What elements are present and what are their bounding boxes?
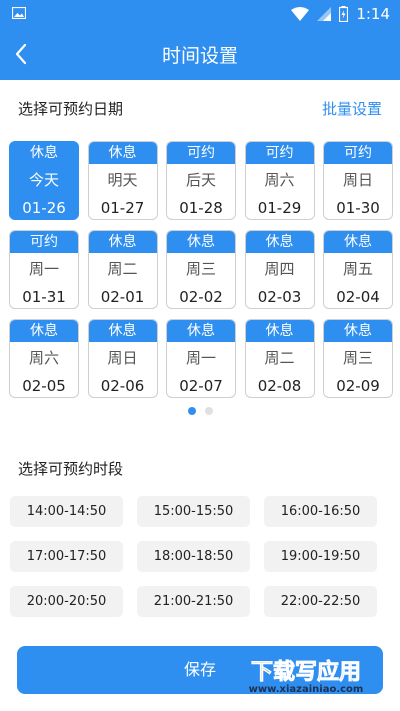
date-day: 01-28 bbox=[179, 199, 223, 217]
date-weekday: 周四 bbox=[264, 260, 295, 278]
date-card[interactable]: 可约后天 01-28 bbox=[166, 141, 236, 220]
time-slot[interactable]: 22:00-22:50 bbox=[264, 586, 377, 617]
date-card[interactable]: 休息今天 01-26 bbox=[9, 141, 79, 220]
date-day: 02-07 bbox=[179, 377, 223, 395]
date-status-badge: 休息 bbox=[167, 231, 235, 253]
date-status-badge: 休息 bbox=[324, 320, 392, 342]
date-weekday: 周三 bbox=[342, 349, 373, 367]
pager-dots bbox=[0, 407, 400, 415]
date-card[interactable]: 可约周一 01-31 bbox=[9, 230, 79, 309]
date-card[interactable]: 可约周日 01-30 bbox=[323, 141, 393, 220]
date-day: 01-31 bbox=[22, 288, 66, 306]
date-status-badge: 可约 bbox=[167, 142, 235, 164]
time-slot[interactable]: 20:00-20:50 bbox=[10, 586, 123, 617]
date-weekday: 明天 bbox=[107, 171, 138, 189]
date-status-badge: 休息 bbox=[88, 231, 157, 253]
date-weekday: 后天 bbox=[185, 171, 216, 189]
date-card[interactable]: 休息周四 02-03 bbox=[244, 230, 315, 309]
date-section-title: 选择可预约日期 bbox=[18, 100, 124, 118]
date-weekday: 周二 bbox=[264, 349, 295, 367]
date-card[interactable]: 休息明天 01-27 bbox=[87, 141, 158, 220]
time-section-header: 选择可预约时段 bbox=[18, 458, 382, 482]
date-status-badge: 休息 bbox=[88, 142, 157, 164]
date-card[interactable]: 休息周三 02-09 bbox=[323, 319, 393, 398]
time-slot[interactable]: 21:00-21:50 bbox=[137, 586, 250, 617]
page-title: 时间设置 bbox=[161, 45, 238, 67]
date-status-badge: 休息 bbox=[324, 231, 392, 253]
time-slot[interactable]: 17:00-17:50 bbox=[10, 541, 123, 572]
date-day: 02-02 bbox=[179, 288, 223, 306]
status-time: 1:14 bbox=[356, 5, 390, 23]
pager-dot[interactable] bbox=[187, 407, 196, 415]
date-card[interactable]: 休息周三 02-02 bbox=[166, 230, 236, 309]
date-weekday: 周一 bbox=[28, 260, 59, 278]
signal-icon bbox=[317, 7, 332, 21]
pager-dot[interactable] bbox=[204, 407, 213, 415]
date-day: 01-30 bbox=[336, 199, 380, 217]
time-slot[interactable]: 16:00-16:50 bbox=[264, 496, 377, 527]
date-status-badge: 休息 bbox=[88, 320, 157, 342]
status-bar: 1:14 bbox=[0, 0, 400, 28]
date-weekday: 周三 bbox=[185, 260, 216, 278]
date-weekday: 周六 bbox=[264, 171, 295, 189]
date-day: 01-27 bbox=[100, 199, 145, 217]
save-button[interactable]: 保存 bbox=[17, 646, 383, 694]
date-section-header: 选择可预约日期 批量设置 bbox=[18, 98, 382, 122]
date-weekday: 周五 bbox=[342, 260, 373, 278]
time-slot[interactable]: 14:00-14:50 bbox=[10, 496, 123, 527]
date-weekday: 周一 bbox=[185, 349, 216, 367]
time-slot[interactable]: 18:00-18:50 bbox=[137, 541, 250, 572]
date-status-badge: 可约 bbox=[245, 142, 314, 164]
date-day: 02-01 bbox=[100, 288, 145, 306]
date-day: 02-03 bbox=[257, 288, 302, 306]
gallery-icon bbox=[12, 7, 26, 19]
date-day: 02-06 bbox=[100, 377, 145, 395]
batch-settings-link[interactable]: 批量设置 bbox=[322, 98, 382, 119]
date-day: 02-04 bbox=[336, 288, 380, 306]
date-weekday: 周六 bbox=[28, 349, 59, 367]
time-section-title: 选择可预约时段 bbox=[18, 460, 124, 478]
date-status-badge: 休息 bbox=[10, 320, 78, 342]
date-status-badge: 休息 bbox=[10, 142, 78, 164]
date-status-badge: 休息 bbox=[245, 320, 314, 342]
battery-icon bbox=[339, 6, 349, 22]
date-card[interactable]: 休息周二 02-08 bbox=[244, 319, 315, 398]
date-card[interactable]: 休息周六 02-05 bbox=[9, 319, 79, 398]
date-status-badge: 可约 bbox=[324, 142, 392, 164]
date-weekday: 周日 bbox=[342, 171, 373, 189]
time-slot[interactable]: 15:00-15:50 bbox=[137, 496, 250, 527]
date-card[interactable]: 休息周日 02-06 bbox=[87, 319, 158, 398]
date-status-badge: 可约 bbox=[10, 231, 78, 253]
date-weekday: 今天 bbox=[28, 171, 59, 189]
date-card[interactable]: 休息周五 02-04 bbox=[323, 230, 393, 309]
date-day: 01-29 bbox=[257, 199, 302, 217]
date-card[interactable]: 可约周六 01-29 bbox=[244, 141, 315, 220]
time-slot[interactable]: 19:00-19:50 bbox=[264, 541, 377, 572]
date-day: 02-08 bbox=[257, 377, 302, 395]
date-day: 02-09 bbox=[336, 377, 380, 395]
date-status-badge: 休息 bbox=[245, 231, 314, 253]
wifi-icon bbox=[291, 7, 310, 21]
date-card[interactable]: 休息周一 02-07 bbox=[166, 319, 236, 398]
date-card[interactable]: 休息周二 02-01 bbox=[87, 230, 158, 309]
date-weekday: 周二 bbox=[107, 260, 138, 278]
title-bar: 时间设置 bbox=[0, 28, 400, 80]
date-day: 02-05 bbox=[22, 377, 66, 395]
date-status-badge: 休息 bbox=[167, 320, 235, 342]
date-day: 01-26 bbox=[22, 199, 66, 217]
date-weekday: 周日 bbox=[107, 349, 138, 367]
